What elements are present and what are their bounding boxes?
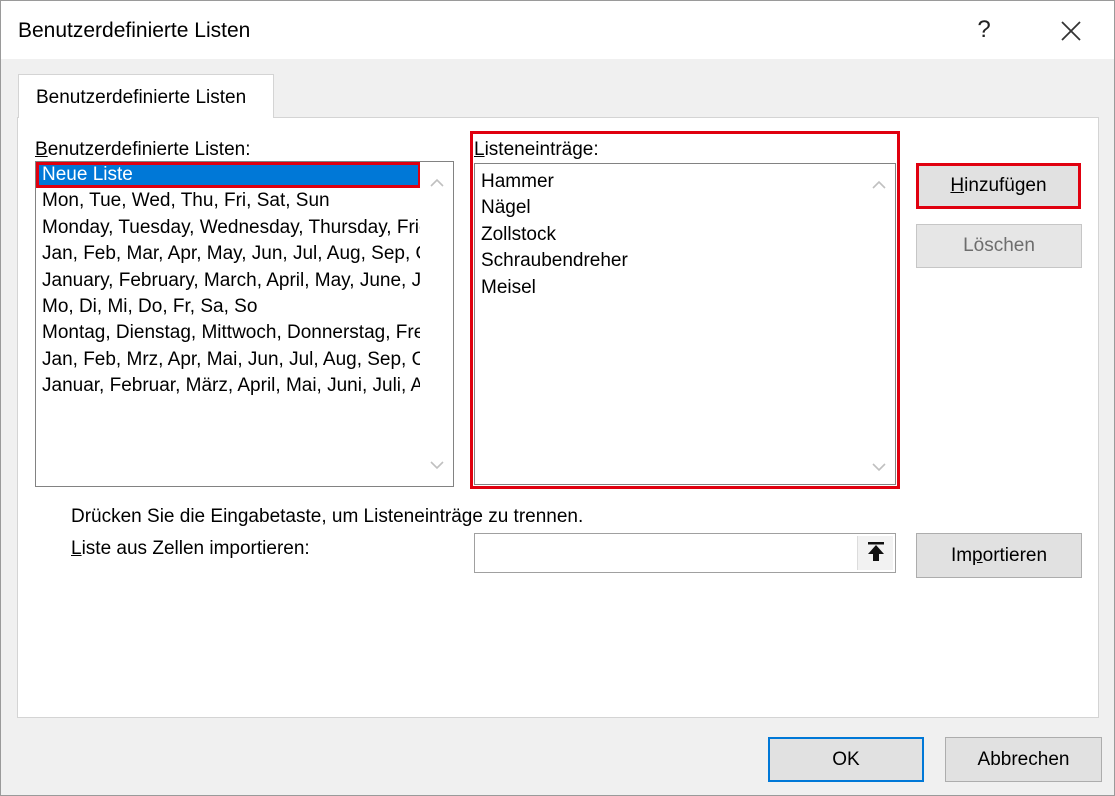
list-entries-box[interactable] [474, 163, 896, 485]
add-button-accel: H [950, 175, 965, 196]
list-entries-scrollbar[interactable] [862, 164, 895, 484]
custom-lists-items: Neue Liste Mon, Tue, Wed, Thu, Fri, Sat, … [36, 162, 421, 400]
add-button-text: inzufügen [964, 175, 1047, 196]
custom-lists-label: Benutzerdefinierte Listen: [35, 139, 250, 161]
custom-list-item[interactable]: Jan, Feb, Mar, Apr, May, Jun, Jul, Aug, … [36, 241, 421, 267]
import-label-text: iste aus Zellen importieren: [81, 538, 310, 559]
custom-list-item[interactable]: Monday, Tuesday, Wednesday, Thursday, Fr… [36, 215, 421, 241]
add-button[interactable]: Hinzufügen [916, 163, 1081, 209]
custom-list-item[interactable]: Mon, Tue, Wed, Thu, Fri, Sat, Sun [36, 188, 421, 214]
scroll-up-icon[interactable] [420, 170, 453, 198]
hint-text: Drücken Sie die Eingabetaste, um Listene… [71, 506, 584, 527]
custom-list-item[interactable]: Neue Liste [36, 162, 421, 189]
title-bar: Benutzerdefinierte Listen ? [1, 1, 1114, 59]
import-button[interactable]: Importieren [916, 533, 1082, 578]
custom-list-item[interactable]: January, February, March, April, May, Ju… [36, 268, 421, 294]
ok-button[interactable]: OK [768, 737, 924, 782]
custom-list-item[interactable]: Montag, Dienstag, Mittwoch, Donnerstag, … [36, 320, 421, 346]
scroll-down-icon[interactable] [862, 454, 895, 482]
import-range-field[interactable] [474, 533, 896, 573]
custom-lists-listbox[interactable]: Neue Liste Mon, Tue, Wed, Thu, Fri, Sat, … [35, 161, 454, 487]
custom-lists-scrollbar[interactable] [420, 162, 453, 486]
list-entries-textarea[interactable] [475, 164, 863, 484]
close-icon[interactable] [1053, 13, 1089, 49]
tab-label: Benutzerdefinierte Listen [36, 87, 247, 108]
delete-button[interactable]: Löschen [916, 224, 1082, 268]
import-label-accel: L [71, 538, 82, 559]
custom-lists-label-text: enutzerdefinierte Listen: [47, 139, 251, 160]
cancel-button[interactable]: Abbrechen [945, 737, 1102, 782]
list-entries-label-text: isteneinträge: [484, 139, 599, 160]
import-button-accel: p [972, 545, 983, 566]
custom-lists-dialog: Benutzerdefinierte Listen ? Benutzerdefi… [0, 0, 1115, 796]
custom-list-item[interactable]: Mo, Di, Mi, Do, Fr, Sa, So [36, 294, 421, 320]
import-button-pre: Im [950, 545, 973, 566]
custom-lists-label-accel: B [35, 139, 48, 160]
list-entries-label-accel: L [474, 139, 485, 160]
dialog-title: Benutzerdefinierte Listen [18, 19, 251, 42]
custom-list-item[interactable]: Jan, Feb, Mrz, Apr, Mai, Jun, Jul, Aug, … [36, 347, 421, 373]
scroll-up-icon[interactable] [862, 172, 895, 200]
import-range-input[interactable] [475, 534, 855, 572]
import-button-rest: ortieren [982, 545, 1048, 566]
scroll-down-icon[interactable] [420, 452, 453, 480]
list-entries-label: Listeneinträge: [474, 139, 599, 161]
help-icon[interactable]: ? [969, 13, 999, 47]
custom-list-item[interactable]: Januar, Februar, März, April, Mai, Juni,… [36, 373, 421, 399]
import-label: Liste aus Zellen importieren: [71, 538, 310, 560]
tab-custom-lists[interactable]: Benutzerdefinierte Listen [18, 74, 274, 118]
collapse-dialog-icon[interactable] [857, 536, 893, 570]
